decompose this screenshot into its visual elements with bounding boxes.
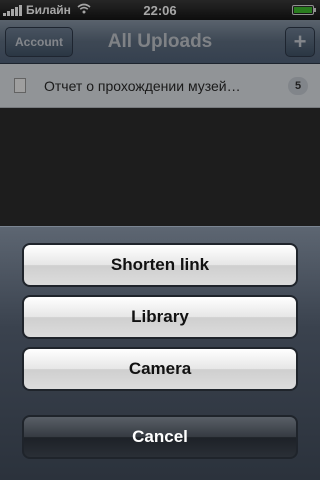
action-sheet: Shorten link Library Camera Cancel [0,226,320,480]
cancel-button[interactable]: Cancel [22,415,298,459]
library-button[interactable]: Library [22,295,298,339]
camera-button[interactable]: Camera [22,347,298,391]
shorten-link-button[interactable]: Shorten link [22,243,298,287]
